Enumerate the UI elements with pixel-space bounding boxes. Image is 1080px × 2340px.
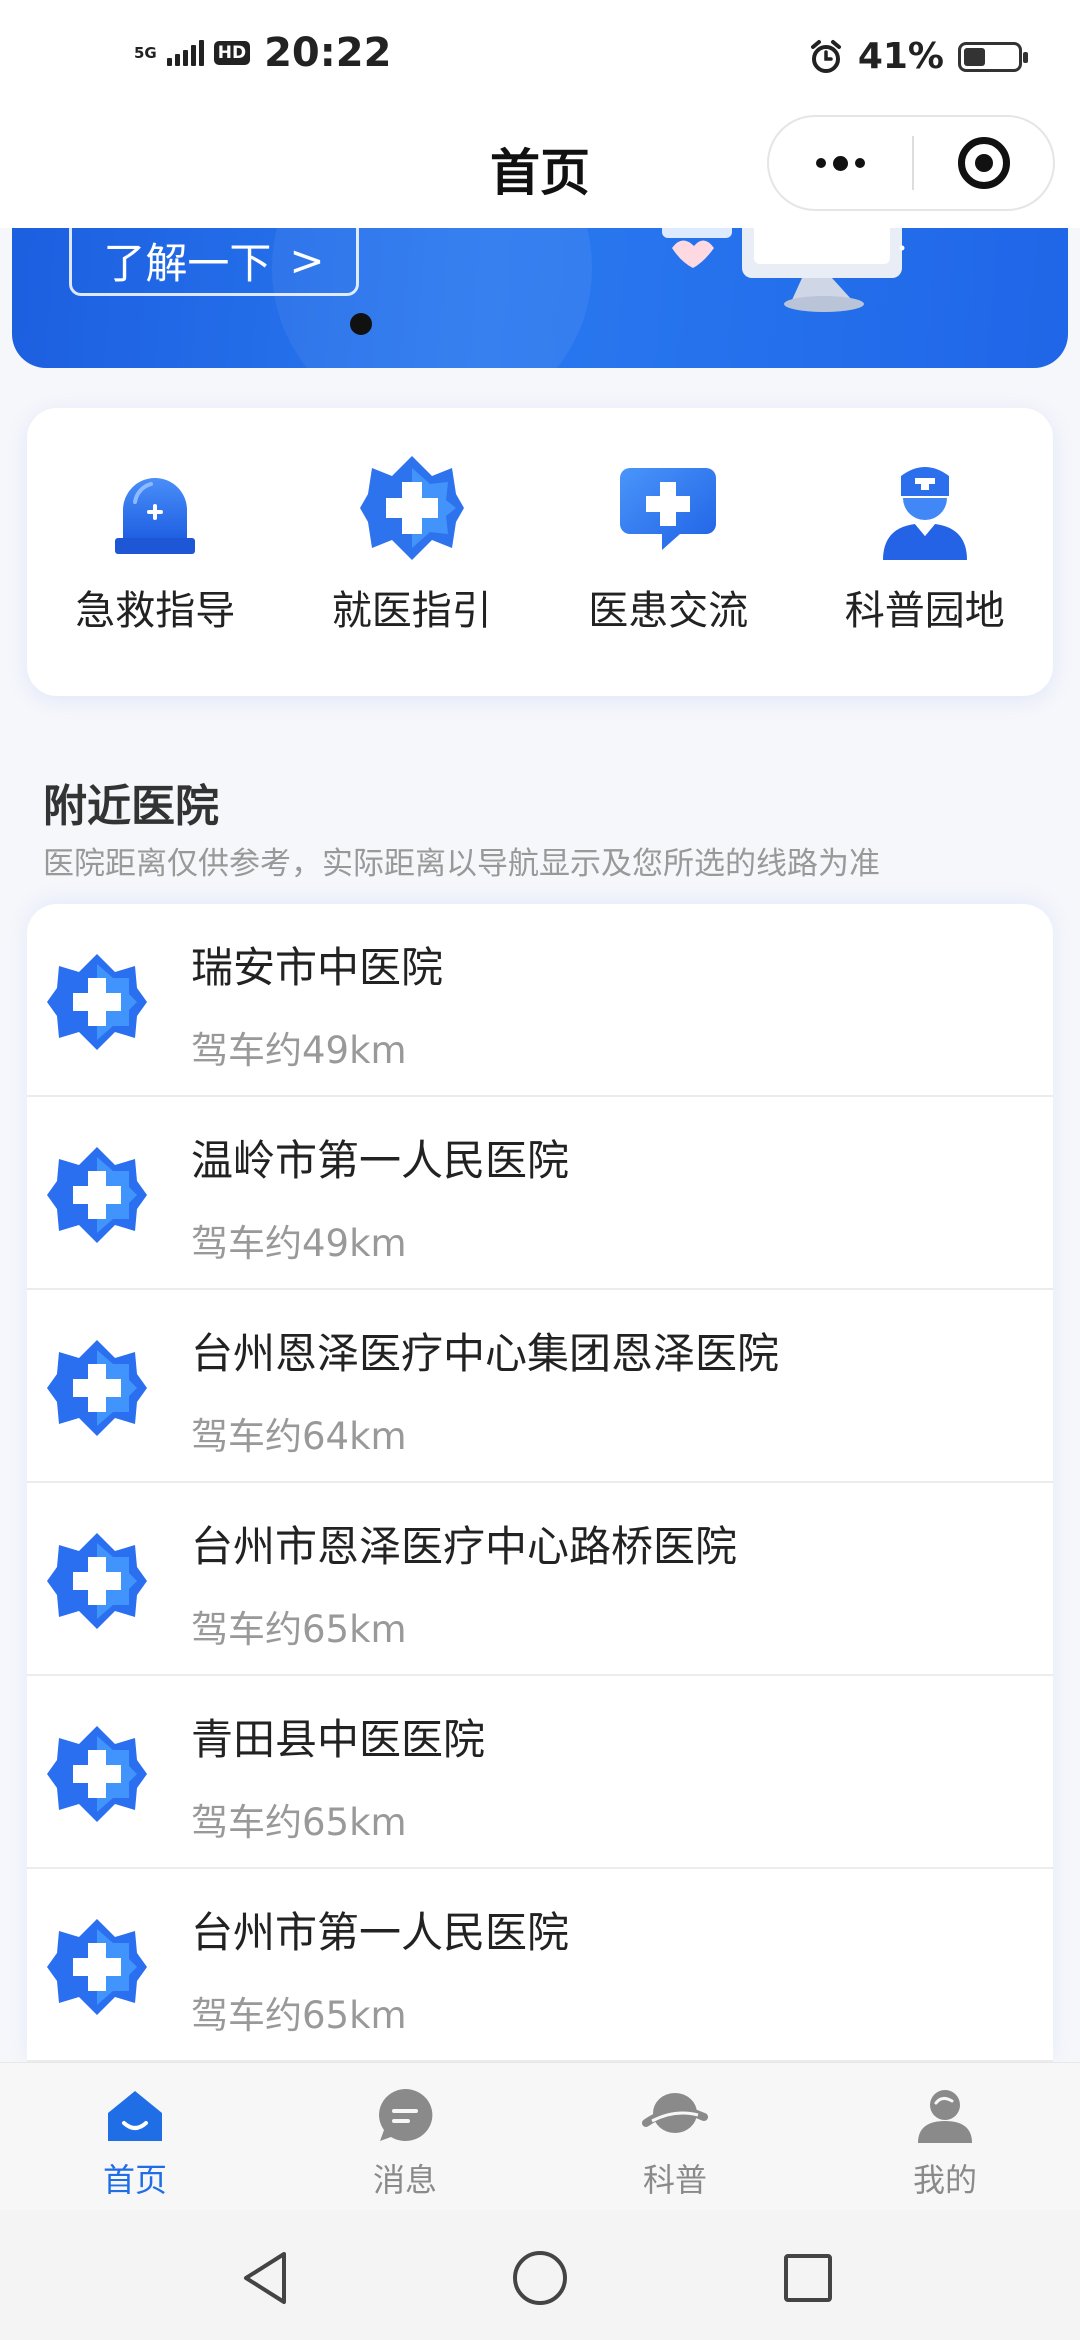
hospital-cross-icon: [47, 1340, 147, 1436]
recents-square-icon[interactable]: [778, 2248, 838, 2308]
system-nav-bar: [0, 2210, 1080, 2340]
emergency-light-icon: [115, 478, 196, 554]
learn-more-label: 了解一下: [103, 239, 272, 288]
home-icon: [108, 2091, 162, 2141]
section-subtitle: 医院距离仅供参考，实际距离以导航显示及您所选的线路为准: [43, 846, 880, 882]
hospital-distance: 驾车约65km: [191, 1608, 407, 1651]
close-button[interactable]: [914, 117, 1053, 209]
back-triangle-icon[interactable]: [236, 2248, 296, 2308]
hospital-name: 瑞安市中医院: [191, 943, 444, 992]
hd-badge: HD: [213, 41, 251, 65]
chat-cross-icon: [620, 468, 717, 550]
hospital-row[interactable]: 青田县中医医院 驾车约65km: [27, 1676, 1053, 1869]
tab-bar: 首页 消息 科普 我的: [0, 2062, 1080, 2210]
profile-icon: [918, 2090, 972, 2143]
battery-percent: 41%: [857, 36, 944, 77]
tab-home[interactable]: 首页: [0, 2063, 270, 2210]
target-close-icon: [957, 137, 1010, 189]
quick-menu: 急救指导 就医指引 医患交流 科普园地: [27, 408, 1053, 696]
hospital-distance: 驾车约65km: [191, 1801, 407, 1844]
tab-profile[interactable]: 我的: [810, 2063, 1080, 2210]
menu-item-exchange[interactable]: 医患交流: [540, 448, 797, 696]
tab-label: 消息: [372, 2161, 437, 2199]
monitor-illustration: [662, 228, 905, 312]
chevron-right-icon: >: [289, 236, 325, 285]
hospital-cross-icon: [47, 954, 147, 1050]
miniprogram-capsule: [767, 115, 1055, 211]
alarm-icon: [810, 39, 841, 73]
tab-science[interactable]: 科普: [540, 2063, 810, 2210]
banner-carousel[interactable]: 了解一下 >: [12, 228, 1068, 368]
menu-item-emergency[interactable]: 急救指导: [27, 448, 284, 696]
hospital-name: 温岭市第一人民医院: [191, 1136, 570, 1185]
hospital-row[interactable]: 瑞安市中医院 驾车约49km: [27, 904, 1053, 1097]
science-icon: [642, 2093, 708, 2133]
menu-label: 急救指导: [75, 588, 236, 634]
nurse-icon: [882, 467, 967, 560]
hospital-name: 台州市第一人民医院: [191, 1908, 570, 1957]
menu-label: 就医指引: [331, 588, 492, 634]
hospital-distance: 驾车约64km: [191, 1415, 407, 1458]
message-icon: [379, 2088, 433, 2141]
tab-label: 科普: [642, 2161, 707, 2199]
hospital-row[interactable]: 台州市第一人民医院 驾车约65km: [27, 1869, 1053, 2062]
hospital-distance: 驾车约65km: [191, 1994, 407, 2037]
hospital-cross-icon: [47, 1147, 147, 1243]
status-time: 20:22: [264, 30, 392, 76]
status-bar: 5G HD 20:22 41%: [0, 0, 1080, 115]
hospital-row[interactable]: 台州恩泽医疗中心集团恩泽医院 驾车约64km: [27, 1290, 1053, 1483]
hospital-list: 瑞安市中医院 驾车约49km 温岭市第一人民医院 驾车约49km 台州恩泽医疗中…: [27, 904, 1053, 2062]
medical-cross-icon: [359, 456, 464, 560]
status-left: 5G HD 20:22: [134, 30, 391, 76]
menu-label: 科普园地: [844, 588, 1005, 634]
tab-label: 我的: [912, 2161, 977, 2199]
hospital-distance: 驾车约49km: [191, 1029, 407, 1072]
hospital-row[interactable]: 台州市恩泽医疗中心路桥医院 驾车约65km: [27, 1483, 1053, 1676]
hospital-cross-icon: [47, 1919, 147, 2015]
battery-icon: [958, 41, 1028, 72]
menu-item-science[interactable]: 科普园地: [797, 448, 1054, 696]
home-circle-icon[interactable]: [510, 2248, 570, 2308]
more-dot-icon: [816, 158, 826, 168]
menu-label: 医患交流: [588, 588, 749, 634]
hospital-distance: 驾车约49km: [191, 1222, 407, 1265]
signal-icon: [166, 40, 204, 66]
section-title: 附近医院: [43, 781, 219, 832]
tab-messages[interactable]: 消息: [270, 2063, 540, 2210]
network-type: 5G: [134, 44, 157, 62]
battery-level: [964, 47, 985, 66]
more-dot-icon: [833, 155, 848, 171]
hospital-name: 台州市恩泽医疗中心路桥医院: [191, 1522, 738, 1571]
tab-label: 首页: [102, 2161, 167, 2199]
nav-bar: 首页: [0, 115, 1080, 228]
more-dot-icon: [855, 158, 865, 168]
more-button[interactable]: [769, 117, 912, 209]
hospital-name: 台州恩泽医疗中心集团恩泽医院: [191, 1329, 780, 1378]
hospital-cross-icon: [47, 1726, 147, 1822]
hospital-row[interactable]: 温岭市第一人民医院 驾车约49km: [27, 1097, 1053, 1290]
carousel-indicator: [350, 313, 372, 335]
hospital-name: 青田县中医医院: [191, 1715, 486, 1764]
status-right: 41%: [808, 36, 1028, 77]
learn-more-button[interactable]: 了解一下 >: [69, 228, 359, 296]
menu-item-guide[interactable]: 就医指引: [284, 448, 541, 696]
hospital-cross-icon: [47, 1533, 147, 1629]
